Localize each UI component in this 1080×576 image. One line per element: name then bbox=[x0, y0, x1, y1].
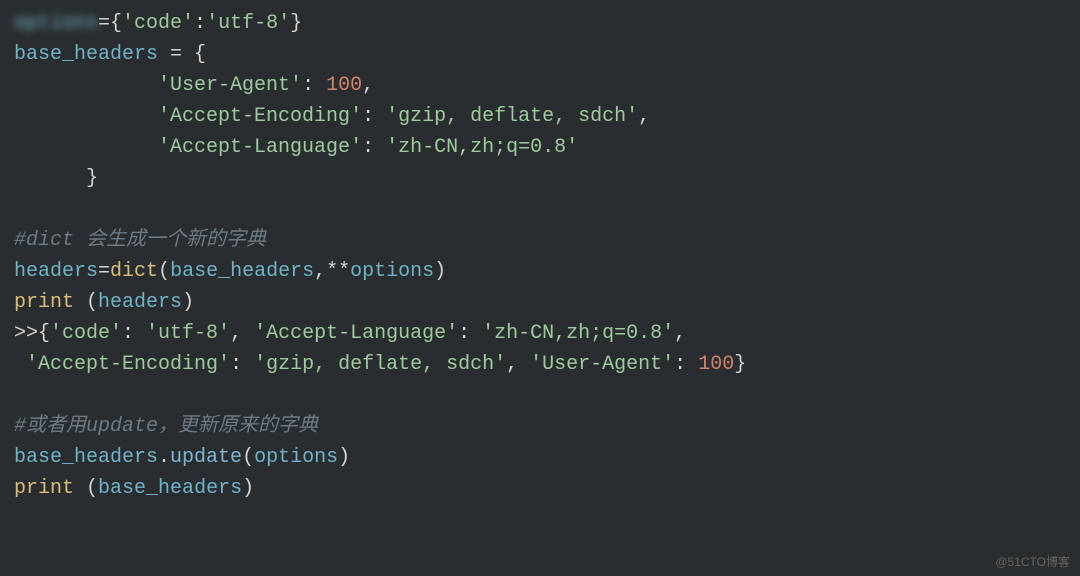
builtin-func: dict bbox=[110, 260, 158, 283]
output-value: 'utf-8' bbox=[146, 322, 230, 345]
print-func: print bbox=[14, 477, 74, 500]
argument: options bbox=[254, 446, 338, 469]
colon: : bbox=[362, 105, 386, 128]
output-value: 'zh-CN,zh;q=0.8' bbox=[482, 322, 674, 345]
assign-op: ={ bbox=[98, 12, 122, 35]
separator: , bbox=[506, 353, 530, 376]
argument: base_headers bbox=[98, 477, 242, 500]
variable: headers bbox=[14, 260, 98, 283]
indent bbox=[14, 167, 86, 190]
argument: base_headers bbox=[170, 260, 314, 283]
output-number: 100 bbox=[698, 353, 734, 376]
output-key: 'Accept-Language' bbox=[254, 322, 458, 345]
dict-key: 'User-Agent' bbox=[158, 74, 302, 97]
indent bbox=[14, 74, 158, 97]
space bbox=[74, 477, 86, 500]
close-brace: } bbox=[734, 353, 746, 376]
colon: : bbox=[122, 322, 146, 345]
close-paren: ) bbox=[338, 446, 350, 469]
comma: , bbox=[362, 74, 374, 97]
open-paren: ( bbox=[242, 446, 254, 469]
output-value: 'gzip, deflate, sdch' bbox=[254, 353, 506, 376]
colon: : bbox=[458, 322, 482, 345]
space bbox=[74, 291, 86, 314]
equals: = bbox=[98, 260, 110, 283]
comment: #dict 会生成一个新的字典 bbox=[14, 229, 266, 252]
blurred-var: options bbox=[14, 12, 98, 35]
dot: . bbox=[158, 446, 170, 469]
string-literal: 'zh-CN,zh;q=0.8' bbox=[386, 136, 578, 159]
open-paren: ( bbox=[86, 477, 98, 500]
close-brace: } bbox=[290, 12, 302, 35]
comma: , bbox=[314, 260, 326, 283]
string-literal: 'gzip, deflate, sdch' bbox=[386, 105, 638, 128]
double-star: ** bbox=[326, 260, 350, 283]
variable: base_headers bbox=[14, 446, 158, 469]
output-lead bbox=[14, 353, 26, 376]
open-paren: ( bbox=[158, 260, 170, 283]
separator: , bbox=[674, 322, 686, 345]
close-paren: ) bbox=[434, 260, 446, 283]
colon: : bbox=[302, 74, 326, 97]
close-paren: ) bbox=[242, 477, 254, 500]
string-literal: 'utf-8' bbox=[206, 12, 290, 35]
string-literal: 'code' bbox=[122, 12, 194, 35]
colon: : bbox=[194, 12, 206, 35]
colon: : bbox=[362, 136, 386, 159]
comma: , bbox=[638, 105, 650, 128]
method-call: update bbox=[170, 446, 242, 469]
close-brace: } bbox=[86, 167, 98, 190]
blank-line bbox=[14, 384, 26, 407]
code-block: options={'code':'utf-8'} base_headers = … bbox=[14, 8, 1066, 504]
argument: options bbox=[350, 260, 434, 283]
blank-line bbox=[14, 198, 26, 221]
colon: : bbox=[674, 353, 698, 376]
output-prompt: >>{ bbox=[14, 322, 50, 345]
output-key: 'Accept-Encoding' bbox=[26, 353, 230, 376]
watermark: @51CTO博客 bbox=[995, 553, 1070, 572]
output-key: 'code' bbox=[50, 322, 122, 345]
indent bbox=[14, 105, 158, 128]
assign-op: = { bbox=[158, 43, 206, 66]
separator: , bbox=[230, 322, 254, 345]
dict-key: 'Accept-Language' bbox=[158, 136, 362, 159]
colon: : bbox=[230, 353, 254, 376]
open-paren: ( bbox=[86, 291, 98, 314]
indent bbox=[14, 136, 158, 159]
print-func: print bbox=[14, 291, 74, 314]
close-paren: ) bbox=[182, 291, 194, 314]
number-literal: 100 bbox=[326, 74, 362, 97]
argument: headers bbox=[98, 291, 182, 314]
output-key: 'User-Agent' bbox=[530, 353, 674, 376]
comment: #或者用update，更新原来的字典 bbox=[14, 415, 318, 438]
dict-key: 'Accept-Encoding' bbox=[158, 105, 362, 128]
variable: base_headers bbox=[14, 43, 158, 66]
